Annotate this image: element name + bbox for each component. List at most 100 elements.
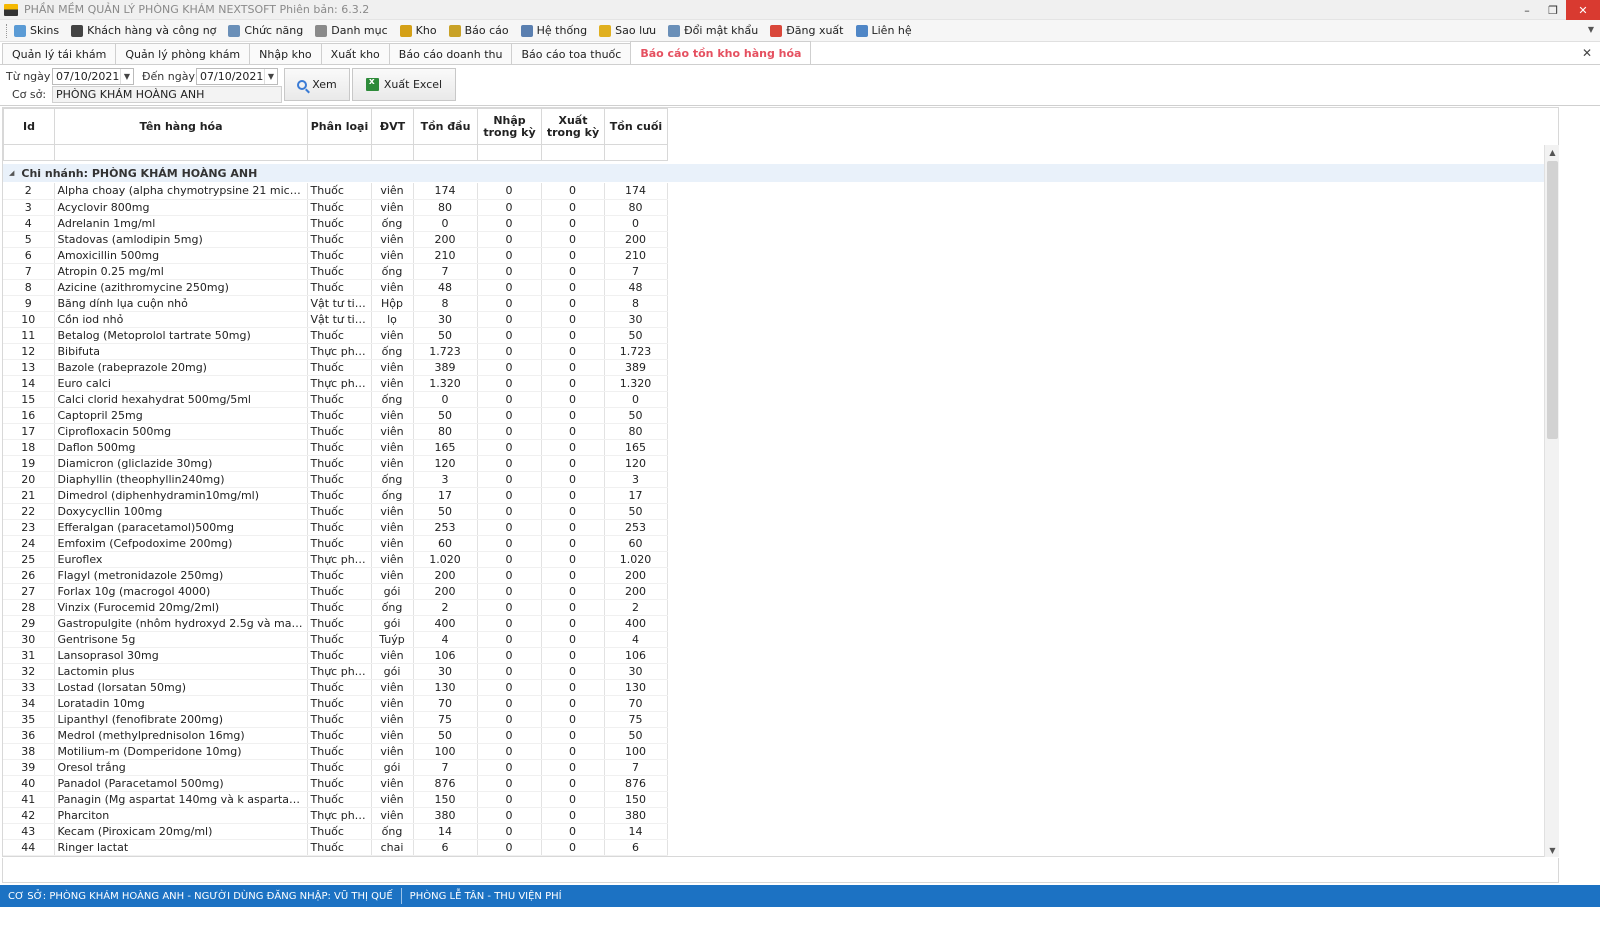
menu-item-person[interactable]: Khách hàng và công nợ xyxy=(65,21,222,41)
title-bar: PHẦN MỀM QUẢN LÝ PHÒNG KHÁM NEXTSOFT Phi… xyxy=(0,0,1600,20)
table-row[interactable]: 16 Captopril 25mg Thuốc viên 50 0 0 50 xyxy=(3,407,668,424)
table-row[interactable]: 15 Calci clorid hexahydrat 500mg/5ml Thuốc… xyxy=(3,391,668,408)
close-tab-icon[interactable]: ✕ xyxy=(1582,46,1592,60)
table-row[interactable]: 33 Lostad (lorsatan 50mg) Thuốc viên 130 0 0 13… xyxy=(3,679,668,696)
cell-name: Băng dính lụa cuộn nhỏ xyxy=(54,295,308,312)
table-row[interactable]: 21 Dimedrol (diphenhydramin10mg/ml) Thuốc ố… xyxy=(3,487,668,504)
from-date-dropdown-icon[interactable]: ▼ xyxy=(120,69,133,84)
column-header-3[interactable]: ĐVT xyxy=(371,108,414,145)
menu-overflow-icon[interactable]: ▼ xyxy=(1588,25,1594,34)
column-header-5[interactable]: Nhập trong kỳ xyxy=(477,108,542,145)
restore-button[interactable]: ❐ xyxy=(1540,0,1566,20)
table-row[interactable]: 42PharcitonThực phẩm chức năngviên380003… xyxy=(3,807,668,824)
table-row[interactable]: 20 Diaphyllin (theophyllin240mg) Thuốc ống 3… xyxy=(3,471,668,488)
cell-import: 0 xyxy=(477,775,542,792)
cell-category: Thuốc xyxy=(307,615,372,632)
cell-unit: Tuýp xyxy=(371,631,414,648)
menu-item-warehouse[interactable]: Kho xyxy=(394,21,443,41)
view-button[interactable]: Xem xyxy=(284,68,350,101)
close-button[interactable]: ✕ xyxy=(1566,0,1600,20)
tab-0[interactable]: Quản lý tái khám xyxy=(2,43,117,64)
table-row[interactable]: 28 Vinzix (Furocemid 20mg/2ml) Thuốc ống 2 0 0… xyxy=(3,599,668,616)
table-row[interactable]: 34 Loratadin 10mg Thuốc viên 70 0 0 70 xyxy=(3,695,668,712)
collapse-group-icon[interactable]: ◢ xyxy=(9,169,14,177)
column-header-6[interactable]: Xuất trong kỳ xyxy=(541,108,605,145)
table-row[interactable]: 38 Motilium-m (Domperidone 10mg) Thuốc viên… xyxy=(3,743,668,760)
table-row[interactable]: 14Euro calciThực phẩm chức năngviên1.320… xyxy=(3,375,668,392)
branch-field[interactable]: PHÒNG KHÁM HOÀNG ANH xyxy=(52,86,282,103)
table-row[interactable]: 17 Ciprofloxacin 500mg Thuốc viên 80 0 0 80 xyxy=(3,423,668,440)
table-row[interactable]: 30 Gentrisone 5g Thuốc Tuýp 4 0 0 4 xyxy=(3,631,668,648)
table-row[interactable]: 5 Stadovas (amlodipin 5mg) Thuốc viên 200 0 0 2… xyxy=(3,231,668,248)
to-date-dropdown-icon[interactable]: ▼ xyxy=(264,69,277,84)
table-row[interactable]: 39 Oresol trắng Thuốc gói 7 0 0 7 xyxy=(3,759,668,776)
vertical-scrollbar[interactable]: ▲ ▼ xyxy=(1544,145,1559,857)
table-row[interactable]: 11 Betalog (Metoprolol tartrate 50mg) Thuố… xyxy=(3,327,668,344)
table-row[interactable]: 26 Flagyl (metronidazole 250mg) Thuốc viên 2… xyxy=(3,567,668,584)
table-row[interactable]: 12BibifutaThực phẩm chức năngống1.723001… xyxy=(3,343,668,360)
tab-6[interactable]: Báo cáo tồn kho hàng hóa xyxy=(630,41,812,64)
menu-item-label: Kho xyxy=(415,24,437,37)
tab-5[interactable]: Báo cáo toa thuốc xyxy=(511,43,632,64)
table-row[interactable]: 23 Efferalgan (paracetamol)500mg Thuốc viên… xyxy=(3,519,668,536)
to-date-input[interactable]: 07/10/2021 ▼ xyxy=(196,68,278,85)
tab-4[interactable]: Báo cáo doanh thu xyxy=(388,43,513,64)
table-row[interactable]: 13 Bazole (rabeprazole 20mg) Thuốc viên 389 0… xyxy=(3,359,668,376)
table-row[interactable]: 9Băng dính lụa cuộn nhỏVật tư tiêu haoHộ… xyxy=(3,295,668,312)
group-row[interactable]: ◢ Chi nhánh: PHÒNG KHÁM HOÀNG ANH xyxy=(3,164,1544,182)
table-row[interactable]: 7 Atropin 0.25 mg/ml Thuốc ống 7 0 0 7 xyxy=(3,263,668,280)
table-row[interactable]: 2 Alpha choay (alpha chymotrypsine 21 mic… xyxy=(3,183,668,200)
menu-item-contact[interactable]: Liên hệ xyxy=(850,21,918,41)
person-icon xyxy=(71,24,84,37)
table-row[interactable]: 27 Forlax 10g (macrogol 4000) Thuốc gói 200 0… xyxy=(3,583,668,600)
grid-filter-row[interactable] xyxy=(3,144,668,161)
table-row[interactable]: 4 Adrelanin 1mg/ml Thuốc ống 0 0 0 0 xyxy=(3,215,668,232)
table-row[interactable]: 31 Lansoprasol 30mg Thuốc viên 106 0 0 106 xyxy=(3,647,668,664)
tab-1[interactable]: Quản lý phòng khám xyxy=(115,43,251,64)
menu-item-palette[interactable]: Skins xyxy=(8,21,65,41)
cell-id: 10 xyxy=(3,311,55,328)
cell-name: Panadol (Paracetamol 500mg) xyxy=(54,775,308,792)
cell-unit: viên xyxy=(371,647,414,664)
table-row[interactable]: 29 Gastropulgite (nhôm hydroxyd 2.5g và m… xyxy=(3,615,668,632)
table-row[interactable]: 32Lactomin plusThực phẩm chức nănggói300… xyxy=(3,663,668,680)
tab-3[interactable]: Xuất kho xyxy=(320,43,390,64)
menu-item-list[interactable]: Danh mục xyxy=(309,21,393,41)
table-row[interactable]: 22 Doxycycllin 100mg Thuốc viên 50 0 0 50 xyxy=(3,503,668,520)
table-row[interactable]: 43 Kecam (Piroxicam 20mg/ml) Thuốc ống 14 0 0 1… xyxy=(3,823,668,840)
column-header-7[interactable]: Tồn cuối xyxy=(604,108,668,145)
cell-category: Thực phẩm chức năng xyxy=(307,375,372,392)
column-header-2[interactable]: Phân loại xyxy=(307,108,372,145)
menu-item-report[interactable]: Báo cáo xyxy=(443,21,515,41)
tab-2[interactable]: Nhập kho xyxy=(249,43,322,64)
menu-item-function[interactable]: Chức năng xyxy=(222,21,309,41)
table-row[interactable]: 6 Amoxicillin 500mg Thuốc viên 210 0 0 210 xyxy=(3,247,668,264)
table-row[interactable]: 41 Panagin (Mg aspartat 140mg và k aspart… xyxy=(3,791,668,808)
column-header-0[interactable]: Id xyxy=(3,108,55,145)
table-row[interactable]: 25EuroflexThực phẩm chức năngviên1.02000… xyxy=(3,551,668,568)
menu-item-backup[interactable]: Sao lưu xyxy=(593,21,662,41)
table-row[interactable]: 18 Daflon 500mg Thuốc viên 165 0 0 165 xyxy=(3,439,668,456)
table-row[interactable]: 40 Panadol (Paracetamol 500mg) Thuốc viên 87… xyxy=(3,775,668,792)
menu-item-key[interactable]: Đổi mật khẩu xyxy=(662,21,764,41)
table-row[interactable]: 35 Lipanthyl (fenofibrate 200mg) Thuốc viên… xyxy=(3,711,668,728)
scroll-down-icon[interactable]: ▼ xyxy=(1545,843,1560,857)
table-row[interactable]: 44 Ringer lactat Thuốc chai 6 0 0 6 xyxy=(3,839,668,856)
scroll-up-icon[interactable]: ▲ xyxy=(1545,145,1560,159)
scroll-thumb[interactable] xyxy=(1547,161,1558,439)
column-header-4[interactable]: Tồn đầu xyxy=(413,108,478,145)
table-row[interactable]: 36 Medrol (methylprednisolon 16mg) Thuốc vi… xyxy=(3,727,668,744)
cell-category: Thuốc xyxy=(307,535,372,552)
table-row[interactable]: 24 Emfoxim (Cefpodoxime 200mg) Thuốc viên 60… xyxy=(3,535,668,552)
cell-unit: ống xyxy=(371,263,414,280)
table-row[interactable]: 19 Diamicron (gliclazide 30mg) Thuốc viên 12… xyxy=(3,455,668,472)
table-row[interactable]: 3 Acyclovir 800mg Thuốc viên 80 0 0 80 xyxy=(3,199,668,216)
export-excel-button[interactable]: Xuất Excel xyxy=(352,68,456,101)
table-row[interactable]: 8 Azicine (azithromycine 250mg) Thuốc viên 4… xyxy=(3,279,668,296)
column-header-1[interactable]: Tên hàng hóa xyxy=(54,108,308,145)
menu-item-settings[interactable]: Hệ thống xyxy=(515,21,594,41)
from-date-input[interactable]: 07/10/2021 ▼ xyxy=(52,68,134,85)
menu-item-logout[interactable]: Đăng xuất xyxy=(764,21,849,41)
table-row[interactable]: 10Cồn iod nhỏVật tư tiêu haolọ300030 xyxy=(3,311,668,328)
minimize-button[interactable]: – xyxy=(1514,0,1540,20)
